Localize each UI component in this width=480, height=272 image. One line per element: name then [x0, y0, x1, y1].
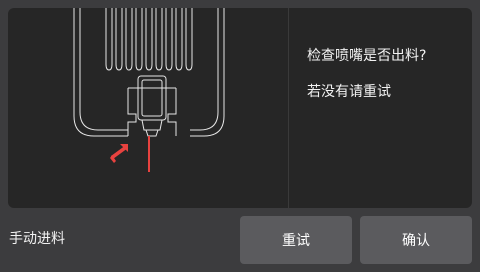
- retry-button-label: 重试: [282, 233, 310, 249]
- message-line-retry-hint: 若没有请重试: [307, 84, 391, 100]
- heater-block-right: [167, 88, 177, 136]
- extruder-body-right-inner: [190, 8, 219, 131]
- nozzle-inner: [141, 79, 163, 117]
- heater-block-left: [127, 88, 137, 136]
- nozzle-tip: [145, 129, 159, 137]
- manual-feed-link[interactable]: 手动进料: [9, 229, 65, 249]
- red-arrow-icon: [110, 144, 128, 163]
- message-line-check-nozzle: 检查喷嘴是否出料?: [307, 48, 427, 64]
- extruder-nozzle-illustration: [73, 8, 225, 172]
- retry-button[interactable]: 重试: [240, 216, 352, 264]
- confirm-button[interactable]: 确认: [360, 216, 472, 264]
- extruder-body-right-outline: [190, 8, 225, 137]
- extruder-body-left-outline: [73, 8, 128, 137]
- dialog-message: 检查喷嘴是否出料? 若没有请重试: [307, 46, 467, 102]
- confirm-button-label: 确认: [402, 233, 430, 249]
- panel-divider: [288, 8, 289, 208]
- heatsink-fins: [105, 8, 193, 71]
- dialog-panel: 检查喷嘴是否出料? 若没有请重试: [8, 8, 472, 208]
- filament-line-icon: [148, 136, 150, 172]
- nozzle-cone: [141, 119, 163, 131]
